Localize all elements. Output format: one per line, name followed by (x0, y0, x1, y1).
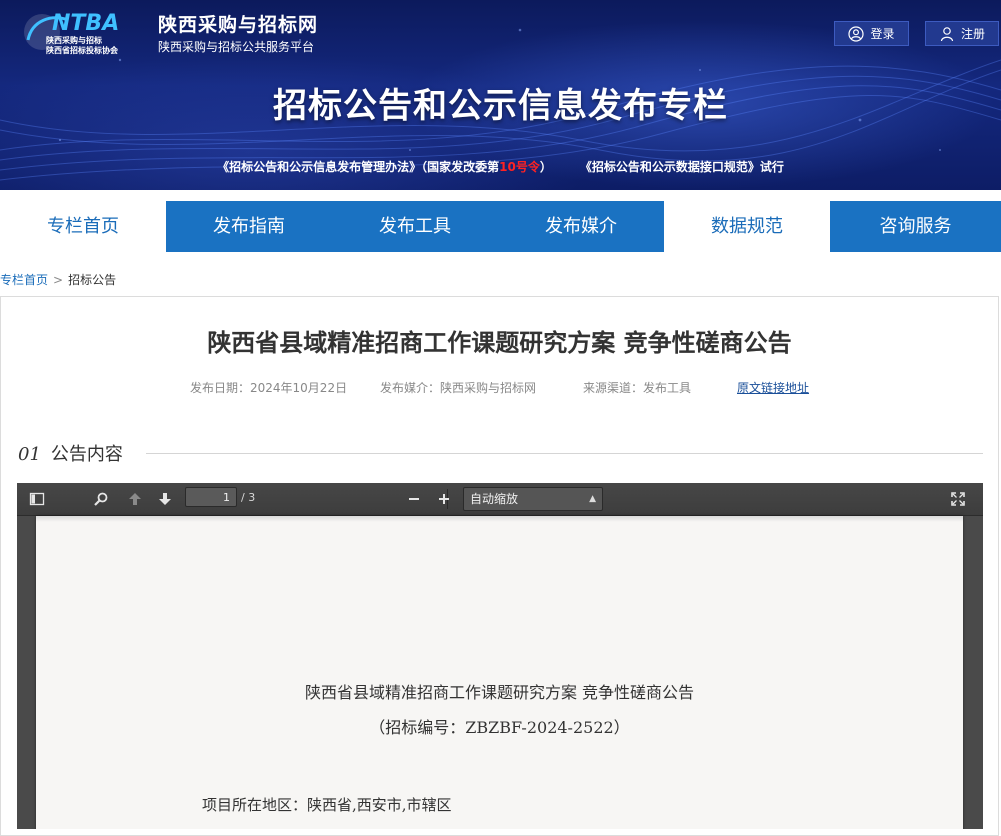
presentation-mode-button[interactable] (946, 487, 970, 511)
plus-icon (439, 494, 449, 504)
sidebar-icon (29, 492, 45, 506)
register-button[interactable]: 注册 (925, 21, 999, 46)
nav-item-media[interactable]: 发布媒介 (498, 201, 664, 252)
sidebar-toggle-button[interactable] (25, 487, 49, 511)
nav-item-data-spec[interactable]: 数据规范 (664, 201, 830, 252)
pdf-document-title: 陕西省县域精准招商工作课题研究方案 竞争性磋商公告 (304, 683, 695, 702)
zoom-in-button[interactable] (432, 487, 456, 511)
notice-interface-spec[interactable]: 《招标公告和公示数据接口规范》试行 (580, 160, 784, 174)
select-arrows-icon: ▲ (589, 494, 596, 504)
page-number-input[interactable]: 1 (185, 487, 237, 507)
zoom-out-button[interactable] (402, 487, 426, 511)
login-button[interactable]: 登录 (834, 21, 909, 46)
publish-media: 发布媒介：陕西采购与招标网 (380, 381, 537, 395)
register-label: 注册 (960, 27, 985, 41)
breadcrumb: 专栏首页 > 招标公告 (0, 271, 116, 288)
pdf-toolbar: 1 / 3 自动缩放 ▲ (17, 483, 983, 516)
logo-subtext-2: 陕西省招标投标协会 (46, 45, 118, 55)
section-number: 01 (18, 444, 41, 465)
nav-item-home[interactable]: 专栏首页 (0, 201, 166, 252)
publish-date: 发布日期：2024年10月22日 (190, 381, 348, 395)
section-label: 公告内容 (50, 444, 123, 465)
user-icon (940, 26, 954, 41)
breadcrumb-separator: > (53, 273, 64, 287)
zoom-select[interactable]: 自动缩放 ▲ (463, 487, 603, 511)
minus-icon (409, 498, 419, 500)
site-name: 陕西采购与招标网 (158, 14, 319, 36)
site-subtitle: 陕西采购与招标公共服务平台 (158, 40, 315, 54)
find-button[interactable] (89, 487, 113, 511)
nav-item-tools[interactable]: 发布工具 (332, 201, 498, 252)
login-label: 登录 (870, 27, 895, 41)
section-divider (146, 453, 983, 454)
pdf-document-number: （招标编号：ZBZBF-2024-2522） (369, 718, 630, 737)
notice-highlight: 10号令 (499, 160, 540, 174)
breadcrumb-current: 招标公告 (68, 273, 117, 287)
next-page-button[interactable] (153, 487, 177, 511)
zoom-value: 自动缩放 (470, 492, 519, 506)
fullscreen-icon (951, 492, 965, 506)
article-title: 陕西省县域精准招商工作课题研究方案 竞争性磋商公告 (207, 329, 792, 357)
nav-item-guide[interactable]: 发布指南 (166, 201, 332, 252)
arrow-down-icon (159, 493, 171, 505)
notice-regulation[interactable]: 《招标公告和公示信息发布管理办法》（国家发改委第10号令） (217, 160, 552, 174)
breadcrumb-home[interactable]: 专栏首页 (0, 273, 48, 287)
previous-page-button[interactable] (123, 487, 147, 511)
logo-text: NTBA (52, 11, 119, 36)
search-icon (94, 492, 108, 506)
banner-title: 招标公告和公示信息发布专栏 (273, 86, 728, 126)
source-link[interactable]: 原文链接地址 (737, 379, 809, 396)
logo-subtext-1: 陕西采购与招标 (46, 35, 102, 45)
pdf-viewer: 1 / 3 自动缩放 ▲ 陕西省县域精准招商工作课题研究方案 竞争性磋商公告 （… (17, 483, 983, 829)
arrow-up-icon (129, 493, 141, 505)
nav-item-consult[interactable]: 咨询服务 (830, 201, 1001, 252)
ntba-logo: NTBA 陕西采购与招标 陕西省招标投标协会 (24, 11, 119, 55)
user-circle-icon (848, 25, 865, 42)
page-total: / 3 (241, 491, 256, 504)
main-nav: 专栏首页 发布指南 发布工具 发布媒介 数据规范 咨询服务 (0, 201, 1001, 252)
section-heading: 01 公告内容 (18, 440, 123, 466)
source-channel: 来源渠道：发布工具 (583, 381, 692, 395)
pdf-page: 陕西省县域精准招商工作课题研究方案 竞争性磋商公告 （招标编号：ZBZBF-20… (36, 516, 963, 829)
pdf-project-location: 项目所在地区：陕西省,西安市,市辖区 (202, 796, 452, 814)
banner-notices: 《招标公告和公示信息发布管理办法》（国家发改委第10号令） 《招标公告和公示数据接… (0, 158, 1001, 175)
header-banner: NTBA 陕西采购与招标 陕西省招标投标协会 陕西采购与招标网 陕西采购与招标公… (0, 0, 1001, 190)
